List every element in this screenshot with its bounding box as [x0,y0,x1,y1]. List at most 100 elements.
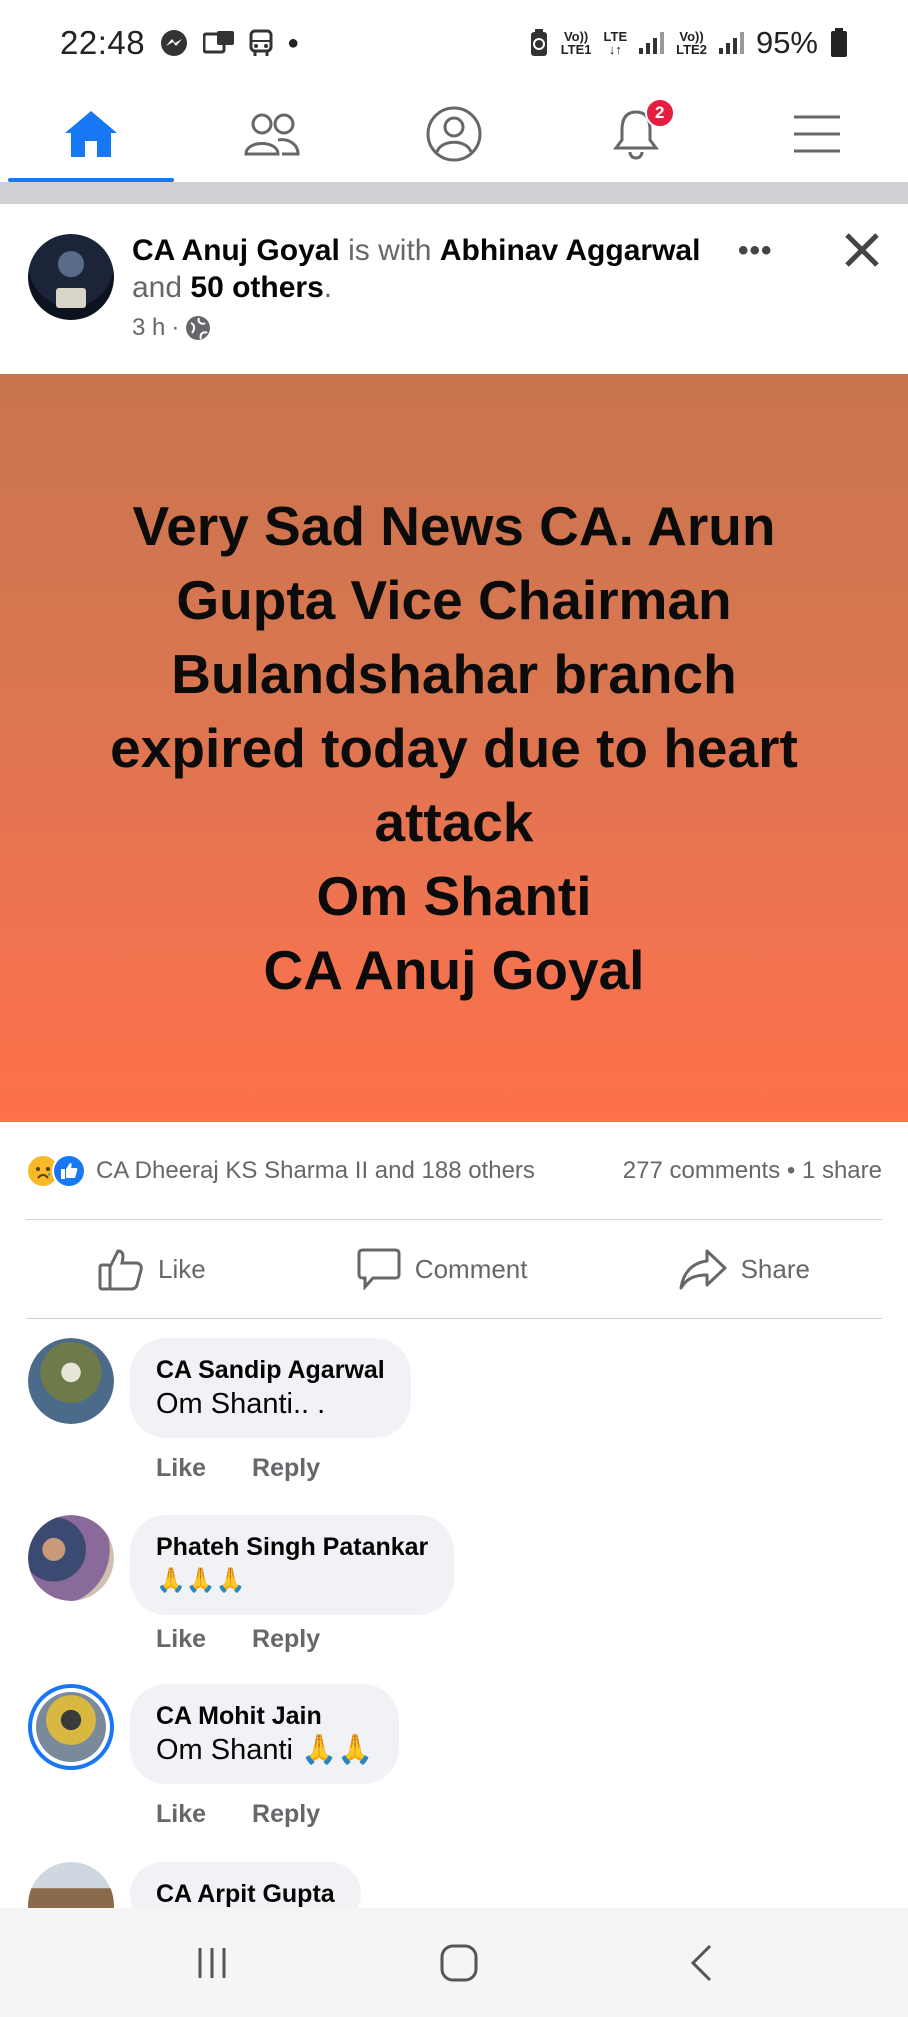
data-arrows: ↓↑ [608,42,622,57]
back-icon[interactable] [688,1943,714,1983]
android-navigation-bar [0,1908,908,2017]
comment-bubble[interactable]: CA Arpit Gupta [130,1862,361,1908]
comment-like-button[interactable]: Like [156,1800,206,1829]
commenter-name[interactable]: CA Mohit Jain [156,1700,373,1732]
comment-like-button[interactable]: Like [156,1625,206,1654]
comment-text: Om Shanti.. . [156,1388,326,1420]
status-left: 22:48 ● [60,24,299,62]
and-text: and [132,271,191,304]
sim2-indicator: Vo)) LTE2 [676,30,707,56]
more-notifications-dot: ● [287,31,300,54]
commenter-avatar[interactable] [28,1862,114,1908]
divider [26,1318,882,1319]
image-text-line: Gupta Vice Chairman [176,569,732,631]
commenter-name[interactable]: Phateh Singh Patankar [156,1531,428,1563]
tab-home[interactable] [0,86,182,182]
share-label: Share [740,1253,810,1284]
share-button[interactable]: Share [679,1248,810,1290]
notification-badge: 2 [644,98,675,128]
more-options-icon[interactable]: ••• [738,234,773,268]
comment-reply-button[interactable]: Reply [252,1625,320,1654]
avatar-photo [28,1862,114,1908]
comment-label: Comment [414,1253,528,1284]
battery-icon [831,28,847,57]
image-text-line: Very Sad News CA. Arun [132,495,776,557]
post-time[interactable]: 3 h [132,314,165,342]
tab-notifications[interactable]: 2 [545,86,727,182]
comment-actions: Like Reply [156,1454,320,1483]
comments-share-count[interactable]: 277 comments • 1 share [623,1157,882,1185]
author-name-link[interactable]: CA Anuj Goyal [132,234,340,267]
comment-bubble[interactable]: Phateh Singh Patankar 🙏🙏🙏 [130,1515,455,1615]
post-image[interactable]: Very Sad News CA. Arun Gupta Vice Chairm… [0,374,908,1122]
image-text-line: Om Shanti [316,865,592,927]
commenter-avatar[interactable] [28,1515,114,1601]
image-text-line: Bulandshahar branch [171,643,737,705]
image-text-line: CA Anuj Goyal [263,939,645,1001]
comment-button[interactable]: Comment [357,1248,528,1290]
post-header: CA Anuj Goyal is with Abhinav Aggarwal a… [0,204,908,374]
avatar-photo [28,1515,114,1601]
like-button[interactable]: Like [98,1247,206,1291]
post-image-text: Very Sad News CA. Arun Gupta Vice Chairm… [74,489,834,1007]
comment-reply-button[interactable]: Reply [252,1454,320,1483]
tab-profile[interactable] [363,86,545,182]
meta-separator: · [171,314,180,341]
recent-apps-icon[interactable] [194,1946,230,1980]
battery-saver-icon [530,29,547,56]
globe-icon [186,316,211,340]
post-meta: 3 h · [132,314,211,342]
image-text-line: expired today due to heart [110,717,798,779]
commenter-avatar-story[interactable] [28,1684,114,1770]
messenger-icon [161,30,188,56]
comment-reply-button[interactable]: Reply [252,1800,320,1829]
sim1-indicator: Vo)) LTE1 [561,30,592,56]
others-link[interactable]: 50 others [190,271,323,304]
lte-indicator: LTE ↓↑ [604,30,628,56]
comment-bubble[interactable]: CA Sandip Agarwal Om Shanti.. . [130,1338,411,1438]
top-navigation: 2 [0,86,908,182]
menu-icon [794,115,841,153]
status-bar: 22:48 ● Vo)) LTE1 LTE ↓↑ Vo)) LTE2 95% [0,0,908,86]
post-author-line: CA Anuj Goyal is with Abhinav Aggarwal a… [132,232,732,306]
friends-icon [244,113,300,156]
image-text-line: attack [374,791,534,853]
commenter-avatar[interactable] [28,1338,114,1424]
reactions-summary: CA Dheeraj KS Sharma II and 188 others 2… [26,1122,882,1220]
share-icon [679,1249,727,1290]
status-right: Vo)) LTE1 LTE ↓↑ Vo)) LTE2 95% [529,25,848,61]
comment-like-button[interactable]: Like [156,1454,206,1483]
reaction-icons[interactable] [26,1154,86,1188]
sim1-lte-label: LTE1 [560,42,592,57]
author-avatar[interactable] [28,234,114,320]
tab-friends[interactable] [182,86,364,182]
notification-app-icon [203,31,235,54]
avatar-podium-shape [56,288,86,308]
reactions-text[interactable]: CA Dheeraj KS Sharma II and 188 others [96,1157,535,1185]
comment-actions: Like Reply [156,1625,320,1654]
with-text: is with [339,234,440,267]
commenter-name[interactable]: CA Arpit Gupta [156,1878,335,1908]
tab-menu[interactable] [726,86,908,182]
section-divider [0,182,908,204]
tagged-person-link[interactable]: Abhinav Aggarwal [440,234,701,267]
like-label: Like [158,1253,206,1284]
signal-2-icon [718,32,744,54]
bus-icon [249,29,273,56]
signal-1-icon [639,32,665,54]
comment-text: Om Shanti 🙏🙏 [156,1734,374,1766]
period-text: . [323,271,333,304]
close-icon[interactable] [842,230,882,270]
comment-bubble[interactable]: CA Mohit Jain Om Shanti 🙏🙏 [130,1684,400,1784]
comment-text: 🙏🙏🙏 [156,1567,246,1594]
profile-icon [426,106,482,162]
commenter-name[interactable]: CA Sandip Agarwal [156,1354,385,1386]
comment-icon [357,1248,401,1290]
sim2-lte-label: LTE2 [676,42,707,57]
avatar-photo [28,1338,114,1424]
like-reaction-icon [52,1154,86,1188]
battery-percent: 95% [755,25,818,60]
home-icon [64,111,117,157]
home-button-icon[interactable] [439,1943,479,1983]
avatar-photo [36,1692,106,1762]
